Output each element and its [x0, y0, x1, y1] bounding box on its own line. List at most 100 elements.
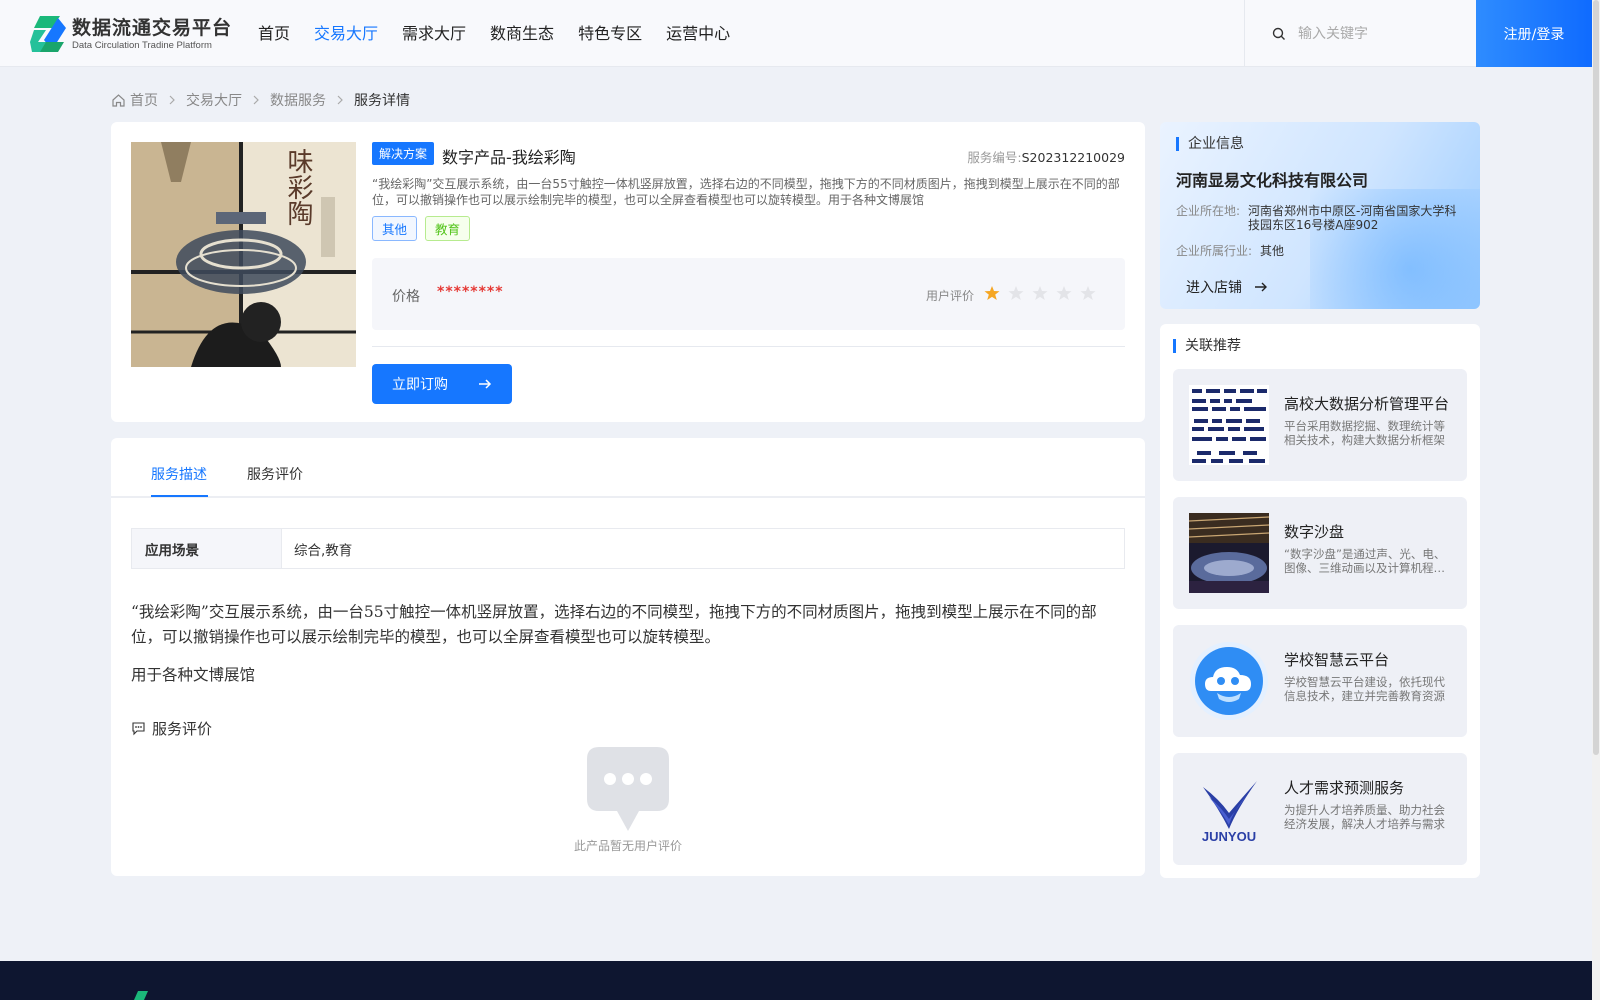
arrow-right-icon: [1255, 282, 1267, 292]
chevron-right-icon: [169, 95, 175, 105]
review-section-title: 服务评价: [131, 718, 212, 739]
recommend-item-title: 学校智慧云平台: [1284, 651, 1390, 669]
product-summary: “我绘彩陶”交互展示系统，由一台55寸触控一体机竖屏放置，选择右边的不同模型，拖…: [372, 177, 1120, 207]
star-icon[interactable]: [1056, 285, 1072, 301]
review-title: 服务评价: [152, 720, 213, 738]
industry-value: 其他: [1260, 244, 1285, 258]
breadcrumb-trading-hall[interactable]: 交易大厅: [186, 90, 242, 110]
tab-active-indicator: [151, 495, 208, 497]
company-location-row: 企业所在地: 河南省郑州市中原区-河南省国家大学科技园东区16号楼A座902: [1176, 204, 1458, 232]
company-section-title: 企业信息: [1176, 137, 1244, 151]
chevron-right-icon: [337, 95, 343, 105]
price-value: ********: [437, 284, 504, 300]
chat-icon: [132, 722, 145, 736]
rating-label: 用户评价: [926, 289, 975, 303]
star-icon[interactable]: [1032, 285, 1048, 301]
star-rating: [984, 285, 1104, 301]
brand-text: JUNYOU: [1201, 829, 1257, 844]
tag-education: 教育: [425, 216, 471, 241]
service-code-label: 服务编号:: [967, 150, 1022, 165]
nav-ecosystem[interactable]: 数商生态: [490, 23, 554, 45]
enter-shop-label: 进入店铺: [1186, 280, 1242, 296]
nav-home[interactable]: 首页: [258, 23, 290, 45]
recommend-item[interactable]: JUNYOU 人才需求预测服务 为提升人才培养质量、助力社会经济发展，解决人才培…: [1173, 753, 1467, 865]
company-info-card: 企业信息 河南显易文化科技有限公司 企业所在地: 河南省郑州市中原区-河南省国家…: [1160, 122, 1480, 309]
description-paragraph: “我绘彩陶”交互展示系统，由一台55寸触控一体机竖屏放置，选择右边的不同模型，拖…: [131, 603, 1097, 646]
tag-other: 其他: [372, 216, 418, 241]
tab-bar: 服务描述 服务评价: [111, 438, 1145, 498]
company-industry-row: 企业所属行业: 其他: [1176, 244, 1470, 258]
breadcrumb-data-service[interactable]: 数据服务: [270, 90, 326, 110]
star-icon[interactable]: [1008, 285, 1024, 301]
breadcrumb: 首页 交易大厅 数据服务 服务详情: [111, 90, 410, 110]
service-code-value: S202312210029: [1021, 150, 1125, 165]
recommend-thumbnail: [1189, 641, 1269, 721]
empty-comment-icon: [587, 747, 669, 831]
nav-demand-hall[interactable]: 需求大厅: [402, 23, 466, 45]
page-footer: [0, 961, 1592, 1000]
recommend-item-title: 人才需求预测服务: [1284, 779, 1405, 797]
location-label: 企业所在地:: [1176, 204, 1241, 218]
recommend-item-desc: 为提升人才培养质量、助力社会经济发展，解决人才培养与需求: [1284, 803, 1445, 831]
recommend-item[interactable]: 数字沙盘 “数字沙盘”是通过声、光、电、图像、三维动画以及计算机程控技术: [1173, 497, 1467, 609]
logo[interactable]: 数据流通交易平台 Data Circulation Tradine Platfo…: [30, 14, 232, 54]
search-input[interactable]: [1298, 25, 1468, 42]
star-icon[interactable]: [1080, 285, 1096, 301]
top-header: 数据流通交易平台 Data Circulation Tradine Platfo…: [0, 0, 1600, 67]
scrollbar-thumb[interactable]: [1593, 0, 1599, 755]
enter-shop-button[interactable]: 进入店铺: [1186, 277, 1268, 297]
recommend-thumbnail: [1189, 385, 1269, 465]
logo-icon: [30, 16, 66, 52]
recommend-item[interactable]: 学校智慧云平台 学校智慧云平台建设，依托现代信息技术，建立并完善教育资源: [1173, 625, 1467, 737]
divider: [372, 346, 1125, 347]
product-image-caption: 味彩陶: [283, 148, 313, 226]
product-card: 味彩陶 解决方案 数字产品-我绘彩陶 服务编号:S202312210029 “我…: [111, 122, 1145, 422]
star-icon[interactable]: [984, 285, 1000, 301]
nav-trading-hall[interactable]: 交易大厅: [314, 23, 378, 45]
location-value: 河南省郑州市中原区-河南省国家大学科技园东区16号楼A座902: [1248, 204, 1457, 232]
recommend-thumbnail: [1189, 513, 1269, 593]
order-now-button[interactable]: 立即订购: [372, 364, 512, 404]
recommend-item[interactable]: 高校大数据分析管理平台 平台采用数据挖掘、数理统计等相关技术，构建大数据分析框架: [1173, 369, 1467, 481]
recommend-item-desc: “数字沙盘”是通过声、光、电、图像、三维动画以及计算机程控技术: [1284, 547, 1446, 575]
recommend-thumbnail: JUNYOU: [1189, 769, 1269, 849]
price-label: 价格: [392, 289, 420, 305]
nav-operation-center[interactable]: 运营中心: [666, 23, 730, 45]
breadcrumb-home[interactable]: 首页: [130, 90, 158, 110]
tab-service-review[interactable]: 服务评价: [247, 464, 303, 484]
recommend-section-title: 关联推荐: [1173, 339, 1241, 353]
main-nav: 首页 交易大厅 需求大厅 数商生态 特色专区 运营中心: [258, 23, 754, 45]
recommend-item-title: 高校大数据分析管理平台: [1284, 395, 1450, 413]
login-register-button[interactable]: 注册/登录: [1476, 0, 1592, 67]
recommend-card: 关联推荐 高校大数据分析管理平台 平台采用数据挖掘、数理统计等相关技术，构建大数…: [1160, 324, 1480, 878]
breadcrumb-current: 服务详情: [354, 93, 410, 109]
scene-header: 应用场景: [132, 529, 282, 568]
company-name: 河南显易文化科技有限公司: [1176, 171, 1369, 190]
empty-review-text: 此产品暂无用户评价: [573, 839, 682, 853]
logo-subtitle: Data Circulation Tradine Platform: [72, 39, 212, 51]
service-code: 服务编号:S202312210029: [967, 147, 1125, 166]
logo-title: 数据流通交易平台: [72, 16, 233, 39]
nav-special-zone[interactable]: 特色专区: [578, 23, 642, 45]
product-title: 数字产品-我绘彩陶: [442, 148, 576, 167]
recommend-item-title: 数字沙盘: [1284, 523, 1345, 541]
order-now-label: 立即订购: [392, 377, 448, 393]
footer-logo-icon: [134, 991, 148, 1000]
product-tags: 其他 教育: [372, 216, 478, 241]
search-icon[interactable]: [1272, 27, 1286, 41]
solution-badge: 解决方案: [372, 142, 435, 165]
chevron-right-icon: [253, 95, 259, 105]
scene-table: 应用场景 综合,教育: [131, 528, 1125, 569]
arrow-right-icon: [479, 379, 492, 389]
description-card: 服务描述 服务评价 应用场景 综合,教育 “我绘彩陶”交互展示系统，由一台55寸…: [111, 438, 1145, 876]
price-box: 价格 ******** 用户评价: [372, 258, 1125, 330]
recommend-item-desc: 学校智慧云平台建设，依托现代信息技术，建立并完善教育资源: [1284, 675, 1445, 703]
home-icon: [112, 93, 125, 107]
industry-label: 企业所属行业:: [1176, 244, 1253, 258]
scene-value: 综合,教育: [294, 542, 353, 559]
search-box: [1244, 0, 1476, 67]
product-image: 味彩陶: [131, 142, 356, 367]
recommend-item-desc: 平台采用数据挖掘、数理统计等相关技术，构建大数据分析框架: [1284, 419, 1445, 447]
tab-service-description[interactable]: 服务描述: [151, 464, 207, 484]
description-paragraph-2: 用于各种文博展馆: [131, 666, 256, 684]
